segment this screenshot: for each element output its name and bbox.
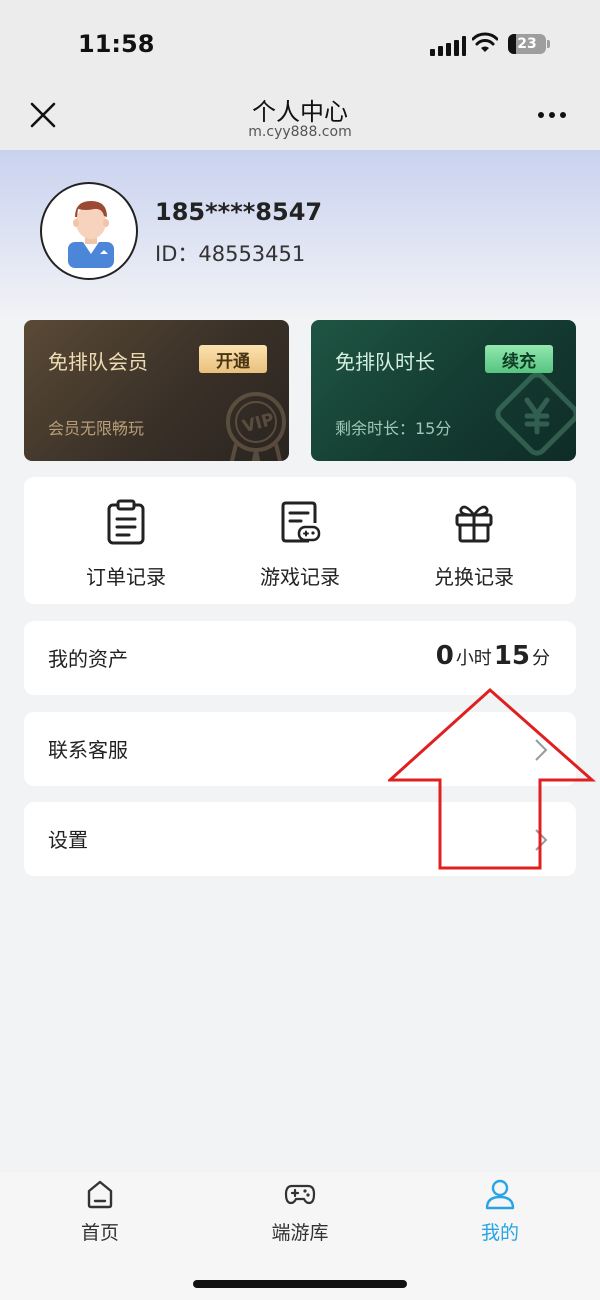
remaining-time: 剩余时长：15分 [335,419,452,438]
redeem-records-button[interactable]: 兑换记录 [382,477,566,604]
contact-support-label: 联系客服 [48,738,128,762]
user-id: ID：48553451 [155,242,306,266]
battery-icon: 23 [508,34,546,54]
home-icon [87,1180,113,1209]
coupon-yen-icon [495,372,576,456]
assets-hours-unit: 小时 [455,648,492,669]
gift-icon [455,505,493,543]
chevron-right-icon [535,829,548,851]
my-assets-row[interactable]: 我的资产 0 小时 15 分 [24,621,576,695]
cellular-signal-icon [430,36,466,56]
vip-card-subtitle: 会员无限畅玩 [48,419,145,438]
user-avatar-icon [68,201,114,268]
redeem-records-label: 兑换记录 [434,565,514,589]
assets-value: 0 小时 15 分 [436,641,552,671]
assets-hours: 0 [435,641,454,671]
game-records-label: 游戏记录 [260,565,340,589]
game-records-button[interactable]: 游戏记录 [208,477,392,604]
tab-home-label: 首页 [80,1222,119,1244]
my-assets-label: 我的资产 [48,647,128,671]
profile-header: 185****8547 ID：48553451 [0,150,600,320]
page-title: 个人中心 [252,98,348,126]
wifi-icon [472,32,498,52]
home-indicator [193,1280,407,1288]
tab-me-label: 我的 [480,1222,519,1244]
vip-card-title: 免排队会员 [48,350,148,374]
nav-bar: 个人中心 m.cyy888.com [0,88,600,150]
queue-time-card[interactable]: 免排队时长 续充 剩余时长：15分 [311,320,576,461]
contact-support-row[interactable]: 联系客服 [24,712,576,786]
order-records-label: 订单记录 [86,565,166,589]
chevron-right-icon [535,739,548,761]
person-icon [485,1179,515,1210]
battery-level: 23 [517,36,537,52]
assets-minutes-unit: 分 [532,648,550,669]
more-options-icon[interactable] [538,112,566,118]
recharge-button[interactable]: 续充 [485,345,553,373]
vip-badge-text: VIP [240,410,276,438]
records-panel: 订单记录 游戏记录 兑换记录 [24,477,576,604]
vip-open-button[interactable]: 开通 [199,345,267,373]
tab-home[interactable]: 首页 [0,1172,200,1252]
assets-minutes: 15 [493,641,530,671]
gamepad-icon [284,1184,316,1205]
vip-badge-icon: VIP [226,392,286,461]
order-records-button[interactable]: 订单记录 [34,477,218,604]
tab-me[interactable]: 我的 [400,1172,600,1252]
status-bar: 11:58 23 [0,0,600,88]
vip-membership-card[interactable]: VIP 免排队会员 开通 会员无限畅玩 [24,320,289,461]
time-card-title: 免排队时长 [335,350,435,374]
document-gamepad-icon [281,501,321,543]
page-url: m.cyy888.com [248,124,352,140]
clipboard-icon [107,499,145,545]
avatar[interactable] [40,182,138,280]
tab-game-library[interactable]: 端游库 [200,1172,400,1252]
tab-game-library-label: 端游库 [271,1222,329,1244]
user-phone: 185****8547 [155,198,323,226]
settings-label: 设置 [48,828,88,852]
settings-row[interactable]: 设置 [24,802,576,876]
status-time: 11:58 [78,30,155,58]
